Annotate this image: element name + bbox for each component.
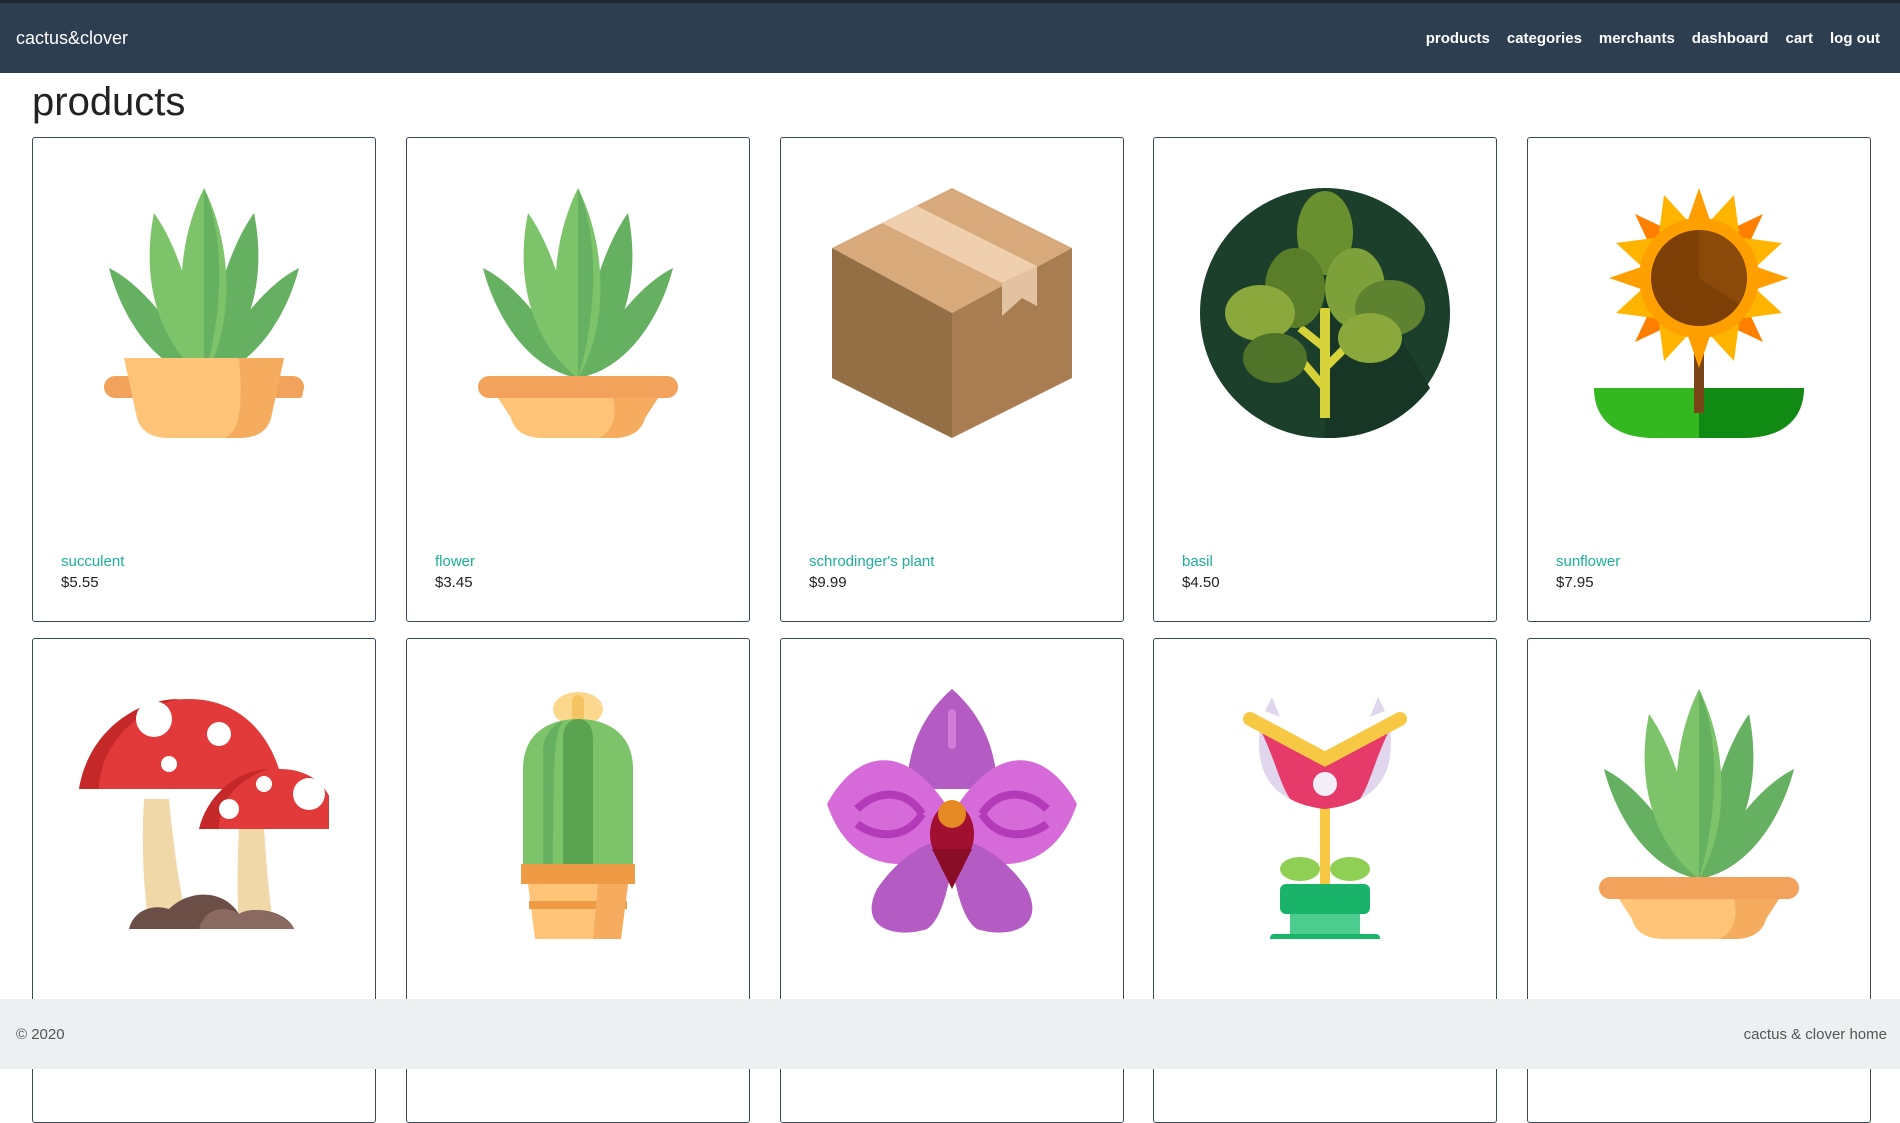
product-name[interactable]: basil bbox=[1182, 553, 1213, 570]
cactus-icon[interactable] bbox=[453, 689, 703, 939]
nav-products[interactable]: products bbox=[1426, 30, 1490, 47]
product-name[interactable]: sunflower bbox=[1556, 553, 1620, 570]
nav-cart[interactable]: cart bbox=[1785, 30, 1813, 47]
product-card[interactable]: basil $4.50 bbox=[1153, 137, 1497, 622]
box-icon[interactable] bbox=[827, 188, 1077, 438]
succulent-icon[interactable] bbox=[453, 188, 703, 438]
sunflower-icon[interactable] bbox=[1574, 188, 1824, 438]
venus-flytrap-icon[interactable] bbox=[1200, 689, 1450, 939]
nav-categories[interactable]: categories bbox=[1507, 30, 1582, 47]
product-price: $7.95 bbox=[1556, 574, 1594, 591]
nav-merchants[interactable]: merchants bbox=[1599, 30, 1675, 47]
product-price: $4.50 bbox=[1182, 574, 1220, 591]
nav-log-out[interactable]: log out bbox=[1830, 30, 1880, 47]
orchid-icon[interactable] bbox=[827, 689, 1077, 939]
product-card[interactable]: succulent $5.55 bbox=[32, 137, 376, 622]
mushroom-icon[interactable] bbox=[79, 689, 329, 939]
product-name[interactable]: schrodinger's plant bbox=[809, 553, 934, 570]
top-navbar: cactus&clover products categories mercha… bbox=[0, 0, 1900, 73]
product-card[interactable]: sunflower $7.95 bbox=[1527, 137, 1871, 622]
product-name[interactable]: flower bbox=[435, 553, 475, 570]
product-card[interactable]: flower $3.45 bbox=[406, 137, 750, 622]
nav-links: products categories merchants dashboard … bbox=[1409, 30, 1880, 47]
copyright-text: © 2020 bbox=[16, 1025, 65, 1043]
basil-icon[interactable] bbox=[1200, 188, 1450, 438]
product-price: $9.99 bbox=[809, 574, 847, 591]
page-title: products bbox=[32, 80, 186, 124]
succulent-icon[interactable] bbox=[1574, 689, 1824, 939]
product-name[interactable]: succulent bbox=[61, 553, 124, 570]
succulent-icon[interactable] bbox=[79, 188, 329, 438]
footer: © 2020 cactus & clover home bbox=[0, 999, 1900, 1069]
home-link[interactable]: cactus & clover home bbox=[1744, 1026, 1887, 1043]
nav-dashboard[interactable]: dashboard bbox=[1692, 30, 1769, 47]
product-price: $3.45 bbox=[435, 574, 473, 591]
brand-logo[interactable]: cactus&clover bbox=[16, 28, 128, 49]
product-price: $5.55 bbox=[61, 574, 99, 591]
product-card[interactable]: schrodinger's plant $9.99 bbox=[780, 137, 1124, 622]
